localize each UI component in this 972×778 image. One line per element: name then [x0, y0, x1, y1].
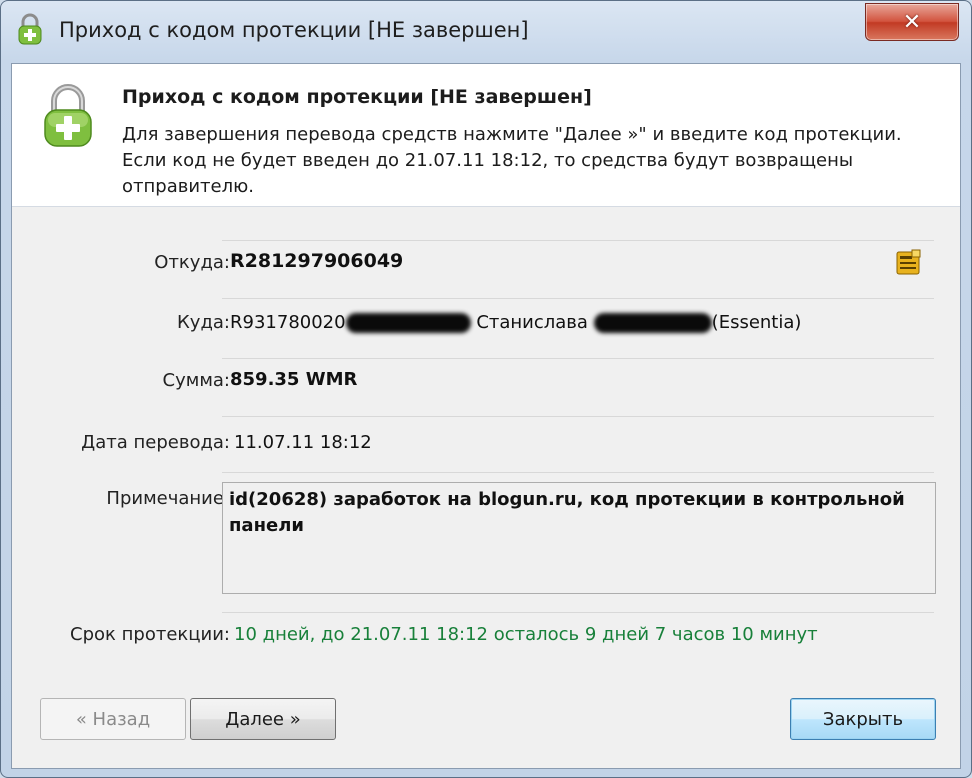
to-value: R931780020 Станислава (Essentia): [230, 312, 801, 333]
redacted-surname: [593, 313, 712, 333]
amount-value: 859.35 WMR: [230, 369, 358, 390]
to-name: Станислава: [476, 312, 588, 333]
from-value: R281297906049: [230, 250, 404, 272]
close-icon: ✕: [902, 9, 922, 35]
separator: [222, 358, 934, 359]
protection-label: Срок протекции:: [70, 624, 230, 645]
close-button[interactable]: Закрыть: [790, 698, 936, 740]
date-value: 11.07.11 18:12: [234, 432, 372, 453]
to-label: Куда:: [177, 312, 230, 333]
window-title: Приход с кодом протекции [НЕ завершен]: [59, 18, 529, 42]
close-window-button[interactable]: ✕: [865, 3, 959, 41]
back-button[interactable]: « Назад: [40, 698, 186, 740]
separator: [222, 240, 934, 241]
separator: [222, 472, 934, 473]
title-bar[interactable]: Приход с кодом протекции [НЕ завершен] ✕: [1, 1, 971, 59]
next-button[interactable]: Далее »: [190, 698, 336, 740]
to-purse-prefix: R931780020: [230, 312, 346, 333]
purse-card-icon[interactable]: [894, 248, 924, 278]
separator: [222, 416, 934, 417]
dialog-body: Приход с кодом протекции [НЕ завершен] Д…: [11, 63, 961, 769]
protection-value: 10 дней, до 21.07.11 18:12 осталось 9 дн…: [234, 624, 818, 645]
separator: [222, 612, 934, 613]
note-label: Примечание:: [106, 488, 230, 509]
header-description: Для завершения перевода средств нажмите …: [122, 124, 902, 197]
date-label: Дата перевода:: [81, 432, 230, 453]
from-label: Откуда:: [154, 252, 230, 273]
amount-label: Сумма:: [162, 370, 230, 391]
dialog-header: Приход с кодом протекции [НЕ завершен] Д…: [12, 64, 960, 207]
lock-plus-icon: [18, 13, 42, 45]
to-suffix: (Essentia): [711, 312, 802, 333]
dialog-window: Приход с кодом протекции [НЕ завершен] ✕…: [0, 0, 972, 778]
separator: [222, 298, 934, 299]
note-text: id(20628) заработок на blogun.ru, код пр…: [229, 489, 905, 536]
header-title: Приход с кодом протекции [НЕ завершен]: [122, 86, 592, 108]
lock-plus-icon: [44, 84, 92, 147]
redacted-purse: [345, 313, 471, 333]
note-field[interactable]: id(20628) заработок на blogun.ru, код пр…: [222, 482, 936, 594]
